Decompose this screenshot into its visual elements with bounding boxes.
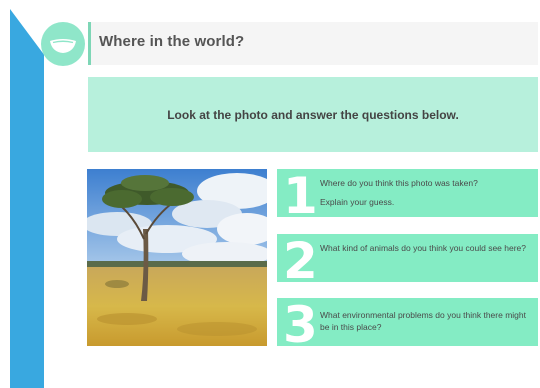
question-line-2: Explain your guess. [320, 197, 395, 207]
question-card-1: 1 Where do you think this photo was take… [277, 169, 538, 217]
question-number: 2 [283, 234, 318, 282]
savanna-photo [87, 169, 267, 346]
header-accent-line [88, 22, 91, 65]
slide: Where in the world? Look at the photo an… [0, 0, 540, 388]
side-accent-bar [10, 9, 44, 388]
question-card-3: 3 What environmental problems do you thi… [277, 298, 538, 346]
question-text: Where do you think this photo was taken?… [320, 176, 532, 210]
instruction-banner: Look at the photo and answer the questio… [88, 77, 538, 152]
question-number: 3 [283, 298, 318, 346]
question-text: What environmental problems do you think… [320, 310, 526, 332]
mouth-icon [41, 22, 85, 66]
instruction-text: Look at the photo and answer the questio… [167, 107, 459, 122]
question-line-1: Where do you think this photo was taken? [320, 178, 478, 188]
question-number: 1 [283, 169, 318, 217]
question-text: What kind of animals do you think you co… [320, 243, 527, 253]
page-title: Where in the world? [99, 33, 245, 50]
question-card-2: 2 What kind of animals do you think you … [277, 234, 538, 282]
